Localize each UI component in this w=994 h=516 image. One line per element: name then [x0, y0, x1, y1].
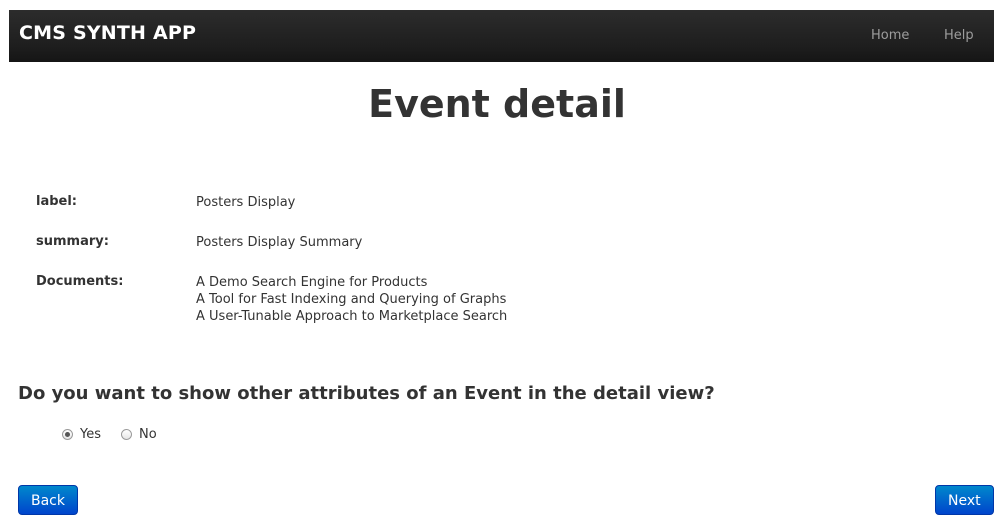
label-value: Posters Display: [196, 195, 296, 210]
document-item: A User-Tunable Approach to Marketplace S…: [196, 309, 508, 324]
summary-value: Posters Display Summary: [196, 235, 363, 250]
nav-help-link[interactable]: Help: [944, 28, 974, 43]
show-attributes-radio-group: Yes No: [62, 427, 177, 442]
documents-key: Documents:: [36, 274, 124, 289]
radio-no[interactable]: [121, 429, 132, 440]
radio-option-yes[interactable]: Yes: [62, 427, 101, 442]
summary-key: summary:: [36, 234, 109, 249]
radio-yes[interactable]: [62, 429, 73, 440]
top-navbar: CMS SYNTH APP Home Help: [9, 10, 994, 62]
next-button[interactable]: Next: [935, 485, 994, 515]
back-button[interactable]: Back: [18, 485, 78, 515]
radio-no-label: No: [139, 427, 157, 442]
attributes-question: Do you want to show other attributes of …: [18, 383, 715, 404]
app-brand[interactable]: CMS SYNTH APP: [19, 22, 196, 44]
nav-home-link[interactable]: Home: [871, 28, 909, 43]
radio-yes-label: Yes: [80, 427, 101, 442]
label-key: label:: [36, 194, 78, 209]
document-item: A Demo Search Engine for Products: [196, 275, 428, 290]
document-item: A Tool for Fast Indexing and Querying of…: [196, 292, 507, 307]
documents-list: A Demo Search Engine for Products A Tool…: [196, 274, 507, 325]
page-title: Event detail: [368, 82, 626, 126]
radio-option-no[interactable]: No: [121, 427, 157, 442]
